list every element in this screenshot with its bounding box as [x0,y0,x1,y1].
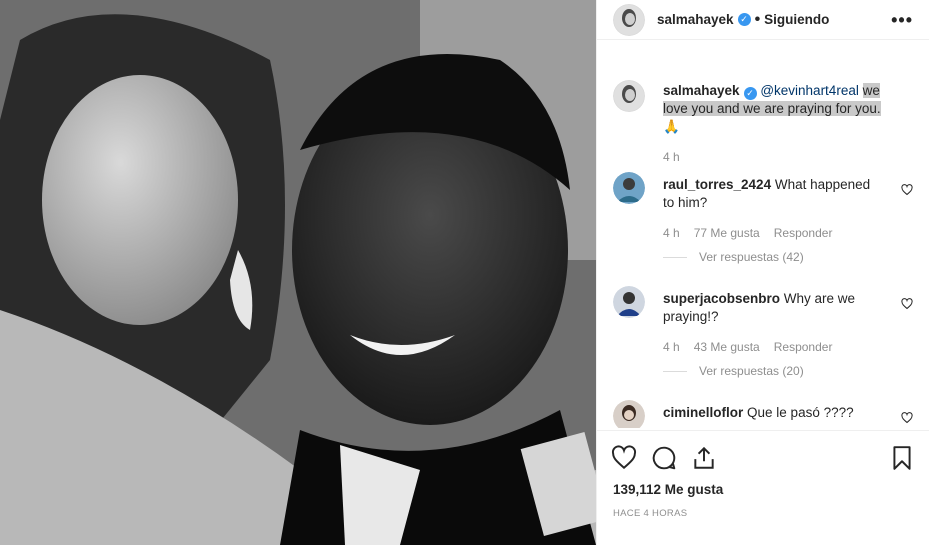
comment-like-heart-icon[interactable] [901,412,913,424]
photo-illustration [0,0,596,545]
praying-hands-emoji: 🙏 [663,119,680,134]
caption-time[interactable]: 4 h [663,150,680,164]
action-icons [611,445,915,473]
caption-mention[interactable]: @kevinhart4real [760,83,859,98]
caption-avatar[interactable] [613,80,645,112]
caption-text: salmahayek ✓ @kevinhart4real we love you … [663,82,903,136]
comment-time[interactable]: 4 h [663,340,680,354]
comment-likes[interactable]: 43 Me gusta [694,340,760,354]
avatar-image [613,172,645,204]
comments-list[interactable]: salmahayek ✓ @kevinhart4real we love you … [597,72,929,428]
comment-meta: 4 h 77 Me gusta Responder [663,226,832,240]
comment-avatar[interactable] [613,286,645,318]
bookmark-icon[interactable] [889,445,915,471]
view-replies[interactable]: Ver respuestas (42) [663,250,804,264]
separator-dot: • [754,10,761,28]
caption-author[interactable]: salmahayek [663,83,740,98]
comment-body: Que le pasó ???? [747,405,854,420]
avatar-image [613,80,645,112]
reply-button[interactable]: Responder [774,226,833,240]
comment-text: ciminelloflor Que le pasó ???? [663,404,885,422]
comment-like-heart-icon[interactable] [901,184,913,196]
reply-button[interactable]: Responder [774,340,833,354]
view-replies[interactable]: Ver respuestas (20) [663,364,804,378]
comment-author[interactable]: ciminelloflor [663,405,743,420]
replies-divider [663,370,687,372]
heart-icon[interactable] [611,445,637,471]
post-photo[interactable] [0,0,596,545]
comment-likes[interactable]: 77 Me gusta [694,226,760,240]
avatar-image [613,286,645,318]
comment-author[interactable]: superjacobsenbro [663,291,780,306]
comment-icon[interactable] [651,445,677,471]
comment-text: superjacobsenbro Why are we praying!? [663,290,885,326]
comment-text: raul_torres_2424 What happened to him? [663,176,885,212]
verified-badge-icon: ✓ [743,87,757,100]
post-panel: salmahayek ✓ • Siguiendo ••• salmahayek ✓… [596,0,929,545]
view-replies-label[interactable]: Ver respuestas (20) [699,364,804,378]
comment-avatar[interactable] [613,172,645,204]
comment-author[interactable]: raul_torres_2424 [663,177,771,192]
avatar-image [613,3,645,36]
view-replies-label[interactable]: Ver respuestas (42) [699,250,804,264]
comment-meta: 4 h 43 Me gusta Responder [663,340,832,354]
comment-time[interactable]: 4 h [663,226,680,240]
author-username[interactable]: salmahayek [657,12,734,27]
caption-meta: 4 h [663,150,680,164]
posted-time[interactable]: HACE 4 HORAS [613,508,687,519]
comment-like-heart-icon[interactable] [901,298,913,310]
more-options-icon[interactable]: ••• [891,10,913,31]
comment-avatar[interactable] [613,400,645,428]
likes-count[interactable]: 139,112 Me gusta [613,482,723,497]
follow-status-button[interactable]: Siguiendo [764,12,829,27]
avatar-image [613,400,645,428]
post-actions: 139,112 Me gusta HACE 4 HORAS [597,430,929,545]
share-icon[interactable] [691,445,717,471]
post-header: salmahayek ✓ • Siguiendo ••• [597,0,929,40]
verified-badge-icon: ✓ [737,13,751,26]
replies-divider [663,256,687,258]
author-avatar[interactable] [613,3,645,36]
